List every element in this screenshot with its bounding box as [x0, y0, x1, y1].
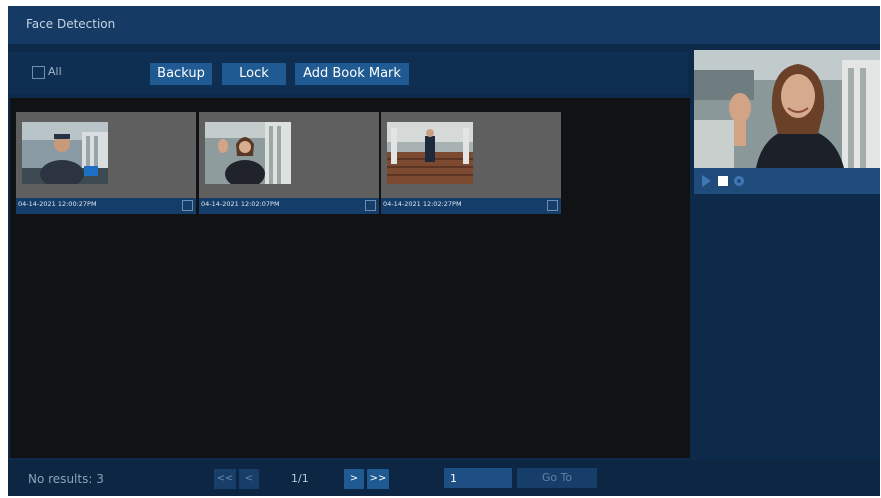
window-title: Face Detection — [26, 17, 116, 31]
result-timestamp: 04-14-2021 12:00:27PM — [18, 200, 97, 208]
video-preview[interactable] — [694, 50, 880, 168]
result-timestamp: 04-14-2021 12:02:07PM — [201, 200, 280, 208]
goto-button[interactable]: Go To — [517, 468, 597, 488]
result-card[interactable]: 04-14-2021 12:00:27PM — [16, 112, 196, 214]
face-thumbnail-1[interactable] — [22, 122, 108, 184]
page-indicator: 1/1 — [291, 472, 309, 485]
first-page-button[interactable]: << — [214, 469, 236, 489]
result-select-checkbox[interactable] — [365, 200, 376, 211]
results-count: No results: 3 — [28, 472, 104, 486]
select-all-checkbox[interactable] — [32, 66, 45, 79]
title-bar: Face Detection — [8, 6, 880, 44]
play-icon[interactable] — [702, 175, 711, 187]
stop-icon[interactable] — [718, 176, 728, 186]
select-all-label: All — [48, 65, 62, 78]
add-bookmark-button[interactable]: Add Book Mark — [295, 63, 409, 85]
result-select-checkbox[interactable] — [547, 200, 558, 211]
toolbar: All Backup Lock Add Book Mark — [8, 52, 688, 94]
settings-icon[interactable] — [734, 176, 744, 186]
results-grid: 04-14-2021 12:00:27PM 04-14-2021 12:02:0… — [10, 98, 690, 458]
prev-page-button[interactable]: < — [239, 469, 259, 489]
result-timestamp: 04-14-2021 12:02:27PM — [383, 200, 462, 208]
result-card[interactable]: 04-14-2021 12:02:27PM — [381, 112, 561, 214]
face-detection-window: Face Detection All Backup Lock Add Book … — [8, 6, 880, 496]
next-page-button[interactable]: > — [344, 469, 364, 489]
pagination-bar: No results: 3 << < 1/1 > >> Go To — [8, 460, 880, 496]
timestamp-bar: 04-14-2021 12:02:27PM — [381, 198, 561, 214]
page-number-input[interactable] — [444, 468, 512, 488]
backup-button[interactable]: Backup — [150, 63, 212, 85]
result-card[interactable]: 04-14-2021 12:02:07PM — [199, 112, 379, 214]
result-select-checkbox[interactable] — [182, 200, 193, 211]
timestamp-bar: 04-14-2021 12:02:07PM — [199, 198, 379, 214]
face-thumbnail-2[interactable] — [205, 122, 291, 184]
timestamp-bar: 04-14-2021 12:00:27PM — [16, 198, 196, 214]
playback-controls — [694, 168, 880, 194]
face-thumbnail-3[interactable] — [387, 122, 473, 184]
lock-button[interactable]: Lock — [222, 63, 286, 85]
last-page-button[interactable]: >> — [367, 469, 389, 489]
